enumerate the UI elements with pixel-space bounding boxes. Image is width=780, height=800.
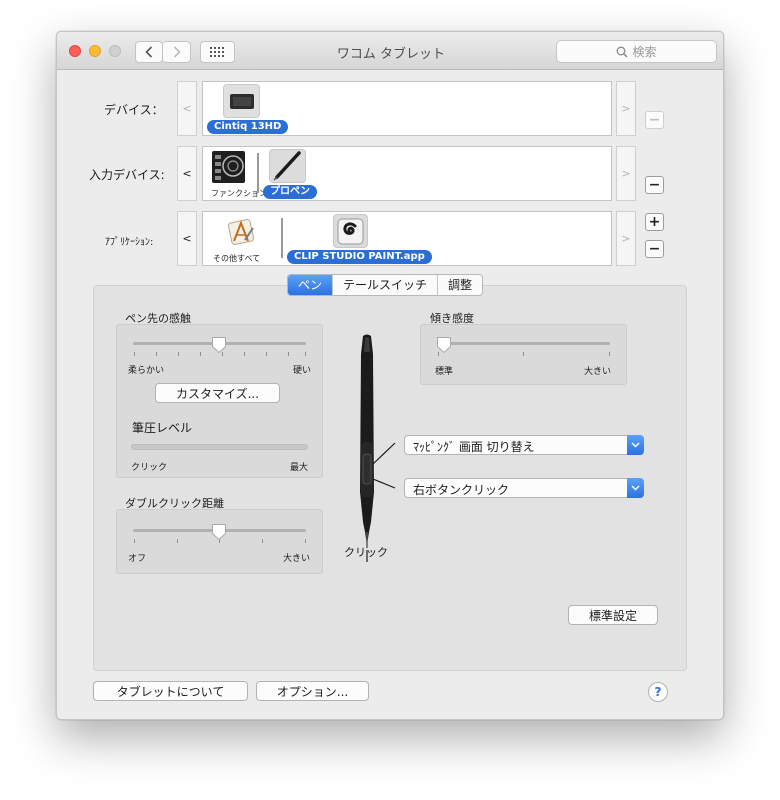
tick <box>523 352 524 356</box>
tick <box>134 352 135 356</box>
app-scroll-right[interactable]: > <box>616 211 636 266</box>
titlebar: ワコム タブレット 検索 <box>57 32 723 70</box>
tick <box>134 539 135 543</box>
pressure-max-label: 最大 <box>290 463 309 473</box>
tick <box>178 352 179 356</box>
tip-feel-min-label: 柔らかい <box>128 366 165 376</box>
device-tag: Cintiq 13HD <box>207 120 289 134</box>
tick <box>305 352 306 356</box>
input-row-label: 入力デバイス: <box>89 168 165 182</box>
search-placeholder: 検索 <box>632 45 657 59</box>
pro-pen-tag: プロペン <box>263 185 317 199</box>
tab-pen[interactable]: ペン <box>288 275 334 295</box>
clip-studio-tag: CLIP STUDIO PAINT.app <box>287 250 432 264</box>
help-button[interactable]: ? <box>648 682 668 702</box>
upper-button-popup[interactable]: ﾏｯﾋﾟﾝｸﾞ 画面 切り替え <box>404 435 644 455</box>
tilt-slider-knob[interactable] <box>436 336 452 354</box>
tilt-track <box>437 342 610 345</box>
pressure-min-label: クリック <box>131 463 168 473</box>
device-row-label: デバイス： <box>104 103 164 117</box>
tab-calibration[interactable]: 調整 <box>438 275 482 295</box>
double-click-max-label: 大きい <box>283 554 311 564</box>
tab-tail-switch[interactable]: テールスイッチ <box>333 275 439 295</box>
search-field[interactable]: 検索 <box>556 40 717 63</box>
chevron-down-icon <box>627 478 644 498</box>
customize-button[interactable]: カスタマイズ... <box>155 383 280 403</box>
input-remove-button[interactable]: − <box>645 176 664 194</box>
lower-button-popup[interactable]: 右ボタンクリック <box>404 478 644 498</box>
search-icon <box>617 46 629 58</box>
lower-button-value: 右ボタンクリック <box>413 483 510 497</box>
all-apps-icon <box>223 215 259 249</box>
tick <box>156 352 157 356</box>
tick <box>177 539 178 543</box>
pen-icon <box>269 149 306 183</box>
about-tablet-button[interactable]: タブレットについて <box>93 681 248 701</box>
pressure-title: 筆圧レベル <box>132 421 193 435</box>
divider <box>281 218 283 258</box>
tick <box>244 352 245 356</box>
tip-label: クリック <box>344 546 388 559</box>
double-click-slider-knob[interactable] <box>211 523 227 541</box>
tick <box>266 352 267 356</box>
app-remove-button[interactable]: − <box>645 240 664 258</box>
tablet-icon <box>223 84 260 118</box>
app-add-button[interactable]: + <box>645 213 664 231</box>
preferences-window: ワコム タブレット 検索 デバイス： < Cintiq 13HD > − 入力デ… <box>56 31 724 720</box>
chevron-down-icon <box>627 435 644 455</box>
tilt-min-label: 標準 <box>435 367 454 377</box>
app-scroll-left[interactable]: < <box>177 211 197 266</box>
pressure-level-bar <box>131 444 308 450</box>
default-button[interactable]: 標準設定 <box>568 605 658 625</box>
device-remove-button[interactable]: − <box>645 111 664 129</box>
tick <box>288 352 289 356</box>
tick <box>609 352 610 356</box>
pen-illustration <box>360 334 396 562</box>
divider <box>257 153 259 193</box>
options-button[interactable]: オプション... <box>256 681 369 701</box>
double-click-min-label: オフ <box>128 554 147 564</box>
device-strip: Cintiq 13HD <box>202 81 612 136</box>
tick <box>262 539 263 543</box>
tab-bar: ペン テールスイッチ 調整 <box>287 274 484 296</box>
input-scroll-left[interactable]: < <box>177 146 197 201</box>
tip-feel-slider-knob[interactable] <box>211 336 227 354</box>
all-apps-caption: その他すべて <box>213 254 261 263</box>
clip-studio-icon <box>333 214 368 248</box>
tick <box>200 352 201 356</box>
app-row-label: ｱﾌﾟﾘｹｰｼｮﾝ: <box>105 237 154 248</box>
device-scroll-left[interactable]: < <box>177 81 197 136</box>
device-scroll-right[interactable]: > <box>616 81 636 136</box>
app-strip: その他すべて CLIP STUDIO PAINT.app <box>202 211 612 266</box>
input-strip: ファンクション プロペン <box>202 146 612 201</box>
tilt-max-label: 大きい <box>584 367 612 377</box>
tick <box>305 539 306 543</box>
upper-button-value: ﾏｯﾋﾟﾝｸﾞ 画面 切り替え <box>413 440 535 454</box>
input-scroll-right[interactable]: > <box>616 146 636 201</box>
function-keys-icon <box>212 151 245 183</box>
tip-feel-max-label: 硬い <box>293 366 312 376</box>
